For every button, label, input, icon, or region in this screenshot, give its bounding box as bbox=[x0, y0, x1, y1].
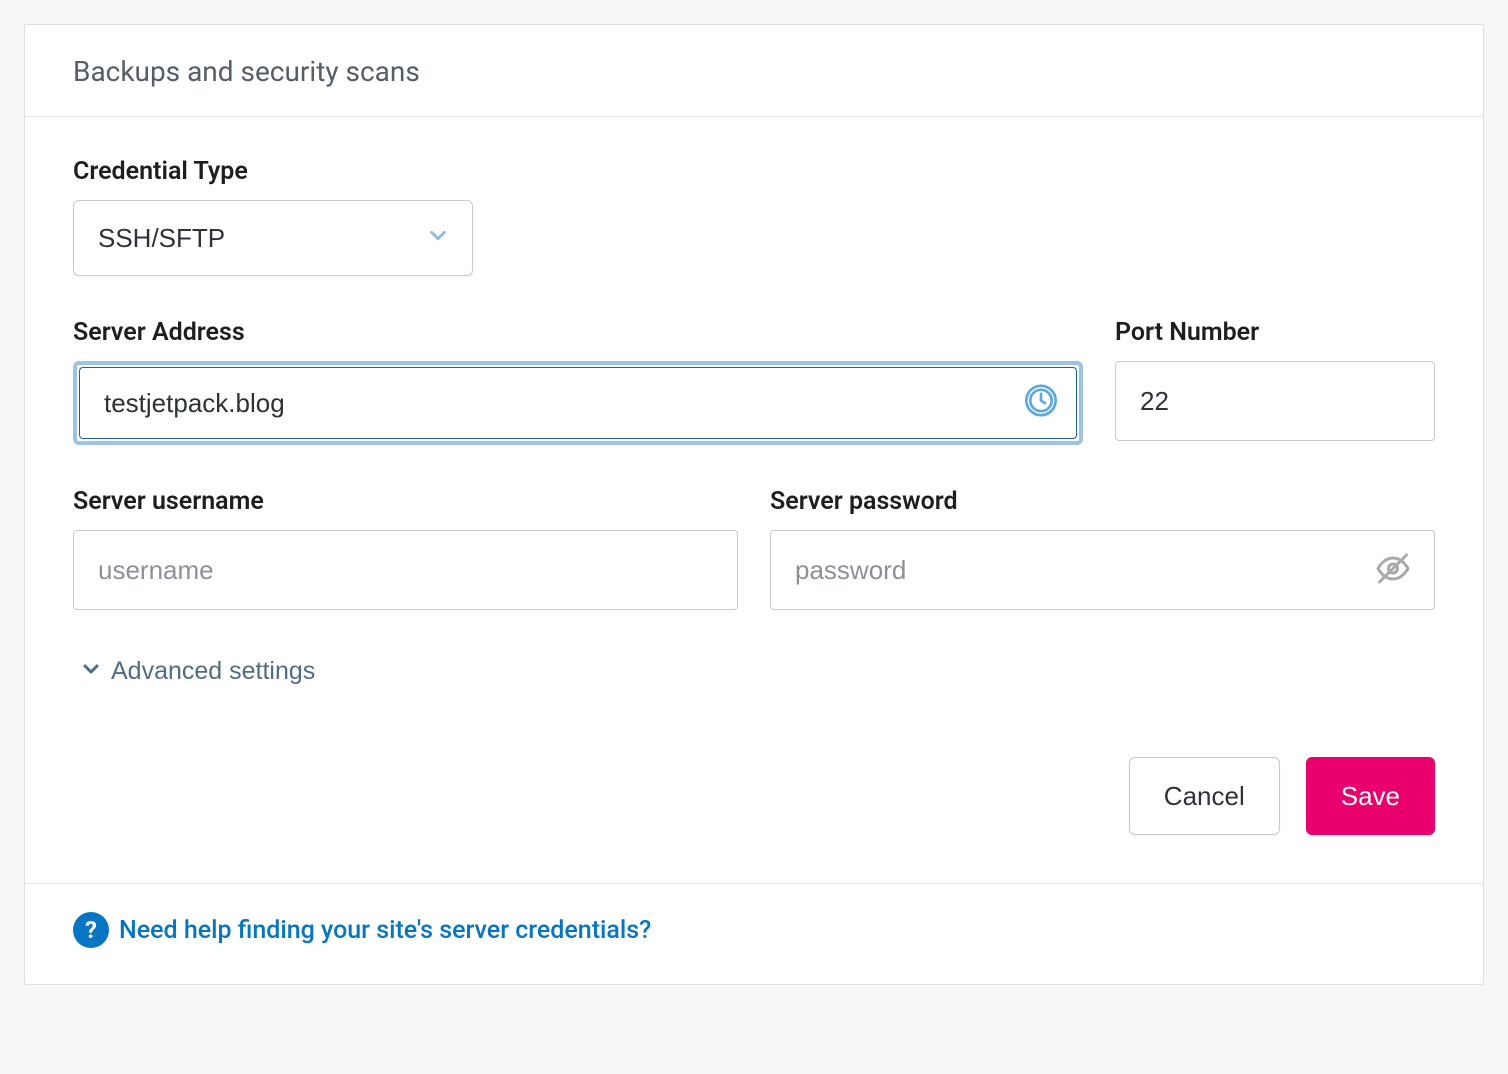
server-username-input[interactable] bbox=[73, 530, 738, 610]
server-password-input[interactable] bbox=[770, 530, 1435, 610]
help-link[interactable]: ? Need help finding your site's server c… bbox=[73, 912, 651, 948]
card-footer: ? Need help finding your site's server c… bbox=[25, 883, 1483, 984]
server-address-focus-ring bbox=[73, 361, 1083, 445]
server-username-label: Server username bbox=[73, 487, 738, 516]
credential-type-select[interactable]: SSH/SFTP bbox=[73, 200, 473, 276]
port-number-label: Port Number bbox=[1115, 318, 1435, 347]
form-actions: Cancel Save bbox=[73, 757, 1435, 835]
credential-type-label: Credential Type bbox=[73, 157, 473, 186]
eye-off-icon bbox=[1375, 575, 1411, 590]
server-address-label: Server Address bbox=[73, 318, 1083, 347]
credential-type-select-wrap: SSH/SFTP bbox=[73, 200, 473, 276]
card-title: Backups and security scans bbox=[73, 55, 1435, 88]
card-body: Credential Type SSH/SFTP Server Address bbox=[25, 117, 1483, 883]
password-input-wrap bbox=[770, 530, 1435, 610]
server-password-label: Server password bbox=[770, 487, 1435, 516]
cancel-button[interactable]: Cancel bbox=[1129, 757, 1280, 835]
clock-icon bbox=[1025, 385, 1057, 422]
help-link-text: Need help finding your site's server cre… bbox=[119, 916, 651, 945]
advanced-settings-label: Advanced settings bbox=[111, 657, 315, 686]
toggle-password-visibility-button[interactable] bbox=[1369, 545, 1417, 596]
chevron-down-icon bbox=[79, 656, 103, 687]
save-button[interactable]: Save bbox=[1306, 757, 1435, 835]
server-address-input[interactable] bbox=[79, 367, 1077, 439]
credentials-card: Backups and security scans Credential Ty… bbox=[24, 24, 1484, 985]
help-icon: ? bbox=[73, 912, 109, 948]
port-number-input[interactable] bbox=[1115, 361, 1435, 441]
card-header: Backups and security scans bbox=[25, 25, 1483, 117]
advanced-settings-toggle[interactable]: Advanced settings bbox=[73, 656, 315, 687]
